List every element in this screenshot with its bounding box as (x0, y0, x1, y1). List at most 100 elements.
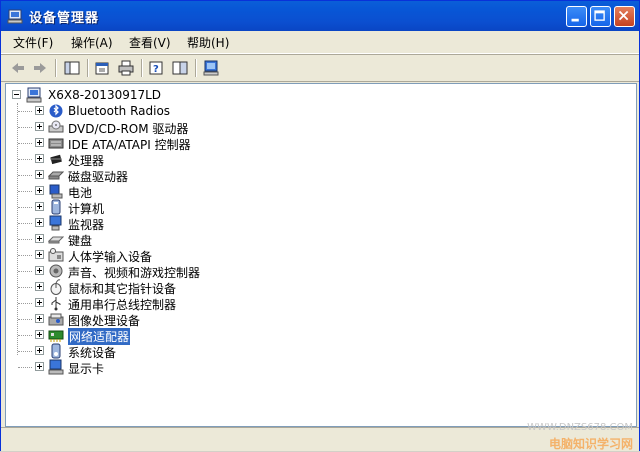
tree-guide-branch (18, 335, 32, 336)
toolbar-separator (55, 59, 57, 77)
close-button[interactable] (614, 6, 635, 27)
tree-guide-branch (18, 239, 32, 240)
tree-item[interactable]: 通用串行总线控制器 (10, 295, 310, 312)
expander-collapse[interactable] (12, 90, 21, 99)
back-icon[interactable] (9, 59, 27, 77)
expander-expand[interactable] (35, 186, 44, 195)
expander-expand[interactable] (35, 202, 44, 211)
title-bar[interactable]: 设备管理器 (1, 1, 639, 31)
system-device-icon (51, 343, 61, 359)
expander-expand[interactable] (35, 330, 44, 339)
maximize-icon (594, 10, 605, 21)
menu-help[interactable]: 帮助(H) (187, 34, 229, 51)
minimize-icon (571, 18, 579, 22)
tree-guide-branch (18, 303, 32, 304)
tree-item[interactable]: 显示卡 (10, 359, 310, 376)
tree-guide-branch (18, 367, 32, 368)
watermark-url: WWW.DNZS678.COM (527, 422, 633, 433)
properties-icon[interactable] (93, 59, 111, 77)
expander-expand[interactable] (35, 122, 44, 131)
tree-guide-branch (18, 287, 32, 288)
processor-icon (50, 154, 62, 165)
tree-guide-branch (18, 319, 32, 320)
expander-expand[interactable] (35, 250, 44, 259)
expander-expand[interactable] (35, 138, 44, 147)
device-tree[interactable]: X6X8-20130917LD Bluetooth Radios DVD/CD-R… (5, 83, 637, 427)
monitor-icon (49, 215, 62, 231)
expander-expand[interactable] (35, 218, 44, 227)
close-icon (618, 10, 629, 21)
maximize-button[interactable] (590, 6, 611, 27)
tree-item[interactable]: 计算机 (10, 199, 310, 216)
tree-item[interactable]: 磁盘驱动器 (10, 167, 310, 184)
toolbar-separator (195, 59, 197, 77)
show-tree-icon[interactable] (63, 59, 81, 77)
mouse-icon (50, 279, 62, 295)
imaging-icon (48, 313, 64, 326)
menu-bar: 文件(F) 操作(A) 查看(V) 帮助(H) (1, 31, 639, 54)
dvd-drive-icon (48, 120, 64, 133)
menu-action[interactable]: 操作(A) (71, 34, 113, 51)
print-icon[interactable] (117, 59, 135, 77)
tree-item[interactable]: 处理器 (10, 151, 310, 168)
tree-root-label: X6X8-20130917LD (48, 88, 162, 102)
svg-text:?: ? (153, 64, 159, 75)
tree-guide-branch (18, 255, 32, 256)
scan-hardware-icon[interactable] (202, 59, 220, 77)
tree-item[interactable]: IDE ATA/ATAPI 控制器 (10, 135, 310, 152)
expander-expand[interactable] (35, 298, 44, 307)
disk-drive-icon (48, 171, 64, 180)
hid-icon (48, 248, 64, 262)
tree-guide-branch (18, 223, 32, 224)
tree-item[interactable]: 监视器 (10, 215, 310, 232)
expander-expand[interactable] (35, 362, 44, 371)
toolbar: ? (1, 54, 639, 82)
tree-item[interactable]: 声音、视频和游戏控制器 (10, 263, 310, 280)
tree-item[interactable]: 电池 (10, 183, 310, 200)
expander-expand[interactable] (35, 170, 44, 179)
tree-item-label: 显示卡 (68, 362, 105, 376)
expander-expand[interactable] (35, 314, 44, 323)
ide-controller-icon (48, 138, 64, 149)
toolbar-separator (87, 59, 89, 77)
bluetooth-icon (49, 104, 63, 118)
tree-guide-branch (18, 351, 32, 352)
minimize-button[interactable] (566, 6, 587, 27)
expander-expand[interactable] (35, 282, 44, 291)
usb-icon (51, 297, 61, 311)
tree-guide-branch (18, 271, 32, 272)
device-manager-window: 设备管理器 文件(F) 操作(A) 查看(V) 帮助(H) ? X6X8-201… (0, 0, 640, 451)
forward-icon[interactable] (31, 59, 49, 77)
sound-icon (49, 264, 63, 278)
expander-expand[interactable] (35, 234, 44, 243)
help-icon[interactable]: ? (147, 59, 165, 77)
tree-guide-branch (18, 127, 32, 128)
expander-expand[interactable] (35, 346, 44, 355)
watermark-site: 电脑知识学习网 (548, 437, 633, 451)
battery-icon (49, 184, 63, 199)
tree-guide-branch (18, 207, 32, 208)
tree-item-label: Bluetooth Radios (68, 104, 171, 118)
network-adapter-icon (48, 330, 64, 342)
menu-file[interactable]: 文件(F) (13, 34, 53, 51)
tree-guide-branch (18, 175, 32, 176)
expander-expand[interactable] (35, 106, 44, 115)
menu-view[interactable]: 查看(V) (129, 34, 171, 51)
display-adapter-icon (48, 359, 64, 375)
tree-item[interactable]: 系统设备 (10, 343, 310, 360)
tree-item[interactable]: 鼠标和其它指针设备 (10, 279, 310, 296)
expander-expand[interactable] (35, 154, 44, 163)
tree-item[interactable]: 人体学输入设备 (10, 247, 310, 264)
expander-expand[interactable] (35, 266, 44, 275)
tree-item[interactable]: 键盘 (10, 231, 310, 248)
tree-root[interactable]: X6X8-20130917LD (10, 87, 210, 103)
tree-item[interactable]: 图像处理设备 (10, 311, 310, 328)
tree-item[interactable]: 网络适配器 (10, 327, 310, 345)
toolbar-separator (141, 59, 143, 77)
device-manager-icon (7, 9, 23, 24)
tree-item[interactable]: DVD/CD-ROM 驱动器 (10, 119, 310, 136)
device-view-icon[interactable] (171, 59, 189, 77)
tree-item[interactable]: Bluetooth Radios (10, 103, 310, 119)
tree-guide-branch (18, 159, 32, 160)
tree-guide-branch (18, 191, 32, 192)
